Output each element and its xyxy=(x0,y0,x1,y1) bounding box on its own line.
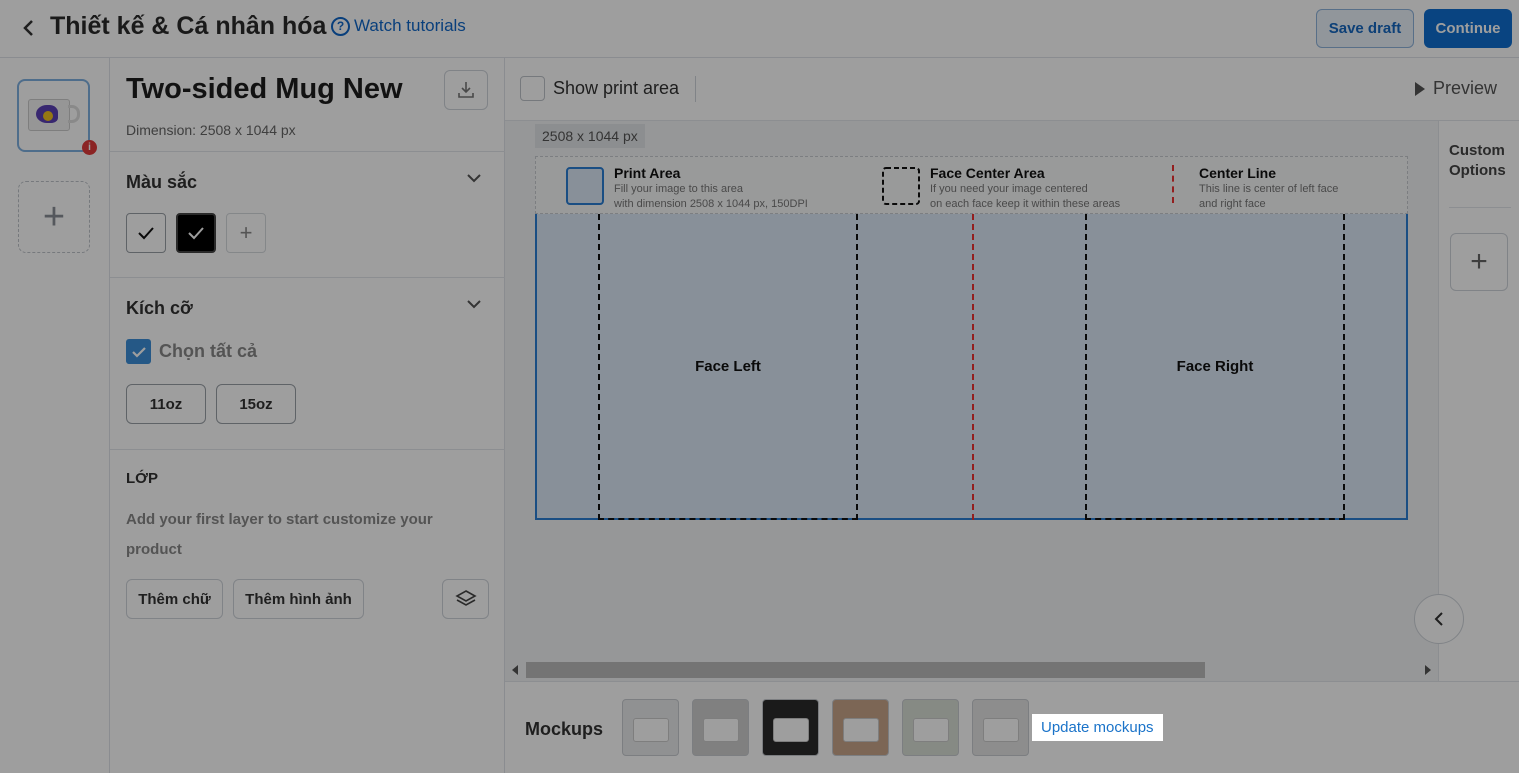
save-draft-button[interactable]: Save draft xyxy=(1316,9,1414,48)
face-right-area: Face Right xyxy=(1085,214,1345,520)
preview-label: Preview xyxy=(1433,78,1498,98)
legend-title: Face Center Area xyxy=(930,165,1045,181)
chevron-down-icon[interactable] xyxy=(464,168,484,188)
design-canvas[interactable]: 2508 x 1044 px Print Area Fill your imag… xyxy=(505,121,1438,681)
product-dimension: Dimension: 2508 x 1044 px xyxy=(126,122,296,138)
layers-title: LỚP xyxy=(126,470,158,487)
update-mockups-link[interactable]: Update mockups xyxy=(1032,714,1163,741)
scroll-left-arrow-icon[interactable] xyxy=(512,665,518,675)
sizes-title: Kích cỡ xyxy=(126,298,193,318)
select-all-label: Chọn tất cả xyxy=(159,341,258,361)
scroll-right-arrow-icon[interactable] xyxy=(1425,665,1431,675)
legend-desc: Fill your image to this area xyxy=(614,183,743,195)
layers-help-text: Add your first layer to start customize … xyxy=(126,511,433,558)
add-image-button[interactable]: Thêm hình ảnh xyxy=(233,579,364,619)
check-icon xyxy=(138,227,154,240)
page-title: Thiết kế & Cá nhân hóa xyxy=(50,12,327,40)
play-icon xyxy=(1415,81,1425,96)
mockup-thumbnail[interactable] xyxy=(902,699,959,756)
legend-title: Center Line xyxy=(1199,165,1277,181)
watch-tutorials-label: Watch tutorials xyxy=(354,16,466,35)
download-icon xyxy=(458,82,474,98)
legend-desc: with dimension 2508 x 1044 px, 150DPI xyxy=(614,198,808,210)
product-rail: i + xyxy=(0,58,110,773)
mockups-bar: Mockups xyxy=(505,681,1519,773)
center-line xyxy=(972,214,974,520)
mockup-thumbnail[interactable] xyxy=(622,699,679,756)
custom-options-title-line: Custom xyxy=(1449,142,1505,159)
mockup-thumbnail[interactable] xyxy=(972,699,1029,756)
canvas-dimension-tag: 2508 x 1044 px xyxy=(535,124,645,148)
select-all-sizes[interactable]: Chọn tất cả xyxy=(126,339,257,364)
show-print-area-label: Show print area xyxy=(553,78,680,98)
horizontal-scrollbar[interactable] xyxy=(505,660,1438,680)
divider xyxy=(110,151,505,152)
checkbox-checked-icon[interactable] xyxy=(126,339,151,364)
legend-desc: If you need your image centered xyxy=(930,183,1088,195)
legend-desc: on each face keep it within these areas xyxy=(930,198,1121,210)
chevron-down-icon[interactable] xyxy=(464,294,484,314)
print-area-icon xyxy=(566,167,604,205)
layers-icon xyxy=(454,590,477,606)
legend-print-area: Print Area Fill your image to this area … xyxy=(566,165,808,211)
mockup-thumbnail[interactable] xyxy=(832,699,889,756)
legend-title: Print Area xyxy=(614,165,681,181)
add-custom-option-button[interactable]: + xyxy=(1450,233,1508,291)
info-badge-icon: i xyxy=(82,140,97,155)
custom-options-title-line: Options xyxy=(1449,162,1506,179)
help-circle-icon: ? xyxy=(331,16,350,36)
divider xyxy=(1449,207,1511,208)
legend-face-center-area: Face Center Area If you need your image … xyxy=(882,165,1120,211)
chevron-left-icon xyxy=(23,20,33,36)
print-guide-legend: Print Area Fill your image to this area … xyxy=(535,156,1408,214)
add-color-button[interactable]: + xyxy=(226,213,266,253)
size-option-15oz[interactable]: 15oz xyxy=(216,384,296,424)
face-center-area-icon xyxy=(882,167,920,205)
colors-title: Màu sắc xyxy=(126,172,198,192)
size-option-11oz[interactable]: 11oz xyxy=(126,384,206,424)
product-thumbnail[interactable] xyxy=(17,79,90,152)
color-swatch-white[interactable] xyxy=(126,213,166,253)
product-name: Two-sided Mug New xyxy=(126,73,403,105)
preview-button[interactable]: Preview xyxy=(1415,78,1497,99)
canvas-toolbar: Show print area Preview xyxy=(505,58,1519,121)
continue-button[interactable]: Continue xyxy=(1424,9,1512,48)
show-print-area-checkbox[interactable] xyxy=(520,76,545,101)
mockup-thumbnail[interactable] xyxy=(762,699,819,756)
face-left-area: Face Left xyxy=(598,214,858,520)
scrollbar-thumb[interactable] xyxy=(526,662,1205,678)
mug-artwork-accent xyxy=(43,111,53,121)
mug-handle xyxy=(68,105,80,123)
download-button[interactable] xyxy=(444,70,488,110)
divider xyxy=(110,449,505,450)
back-button[interactable] xyxy=(16,14,40,42)
legend-desc: and right face xyxy=(1199,198,1266,210)
chevron-left-icon xyxy=(1434,612,1443,626)
add-product-button[interactable]: + xyxy=(18,181,90,253)
print-area[interactable]: Face Left Face Right xyxy=(535,214,1408,520)
divider xyxy=(695,76,696,102)
add-text-button[interactable]: Thêm chữ xyxy=(126,579,223,619)
settings-panel: Two-sided Mug New Dimension: 2508 x 1044… xyxy=(110,58,505,773)
check-icon xyxy=(188,227,204,240)
top-header: Thiết kế & Cá nhân hóa ? Watch tutorials… xyxy=(0,0,1519,58)
legend-desc: This line is center of left face xyxy=(1199,183,1339,195)
custom-options-title: Custom Options xyxy=(1449,141,1506,181)
mockups-label: Mockups xyxy=(525,719,604,739)
mockup-thumbnail[interactable] xyxy=(692,699,749,756)
layers-button[interactable] xyxy=(442,579,489,619)
color-swatch-black[interactable] xyxy=(176,213,216,253)
divider xyxy=(110,277,505,278)
legend-center-line: Center Line This line is center of left … xyxy=(1172,165,1338,211)
collapse-panel-button[interactable] xyxy=(1414,594,1464,644)
center-line-icon xyxy=(1172,165,1174,203)
watch-tutorials-link[interactable]: ? Watch tutorials xyxy=(331,16,466,36)
